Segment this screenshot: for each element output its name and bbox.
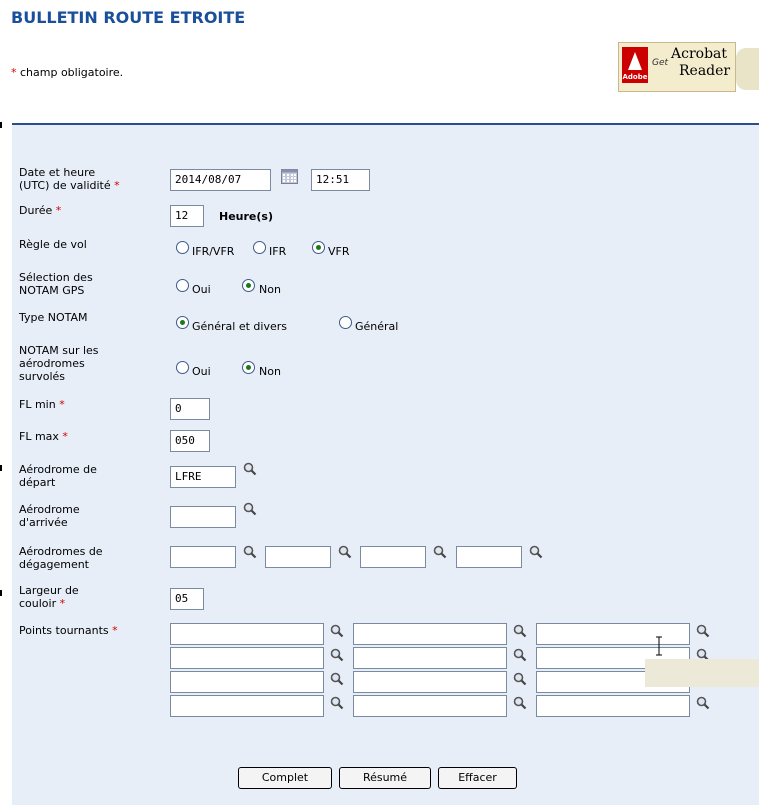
date-input[interactable]: 2014/08/07 <box>170 169 271 191</box>
degag-input-1[interactable] <box>170 546 236 568</box>
search-icon[interactable] <box>338 545 352 559</box>
point-tournant-input[interactable] <box>536 695 690 717</box>
point-tournant-input[interactable] <box>353 695 507 717</box>
radio-survol-non[interactable] <box>242 361 255 374</box>
calendar-icon[interactable] <box>281 169 298 184</box>
radio-ifr-vfr[interactable] <box>176 241 189 254</box>
radio-survol-oui-label: Oui <box>192 365 211 378</box>
search-icon[interactable] <box>529 545 543 559</box>
tooltip <box>645 659 759 687</box>
depart-input[interactable]: LFRE <box>170 466 236 488</box>
degag-label: Aérodromes de dégagement <box>19 545 103 571</box>
gps-label: Sélection des NOTAM GPS <box>19 271 93 297</box>
acrobat-get-text: Get <box>652 58 669 68</box>
flmax-label: FL max * <box>19 430 68 443</box>
radio-ifr[interactable] <box>253 241 266 254</box>
search-icon[interactable] <box>330 672 344 686</box>
get-acrobat-reader-badge[interactable]: Adobe Get Acrobat Reader <box>618 42 736 92</box>
radio-vfr-label: VFR <box>328 245 350 258</box>
couloir-input[interactable]: 05 <box>170 588 204 610</box>
search-icon[interactable] <box>330 648 344 662</box>
point-tournant-input[interactable] <box>536 623 690 645</box>
search-icon[interactable] <box>330 624 344 638</box>
radio-gps-non[interactable] <box>242 279 255 292</box>
depart-label: Aérodrome de départ <box>19 463 97 489</box>
edge-mark <box>0 465 2 471</box>
edge-mark <box>0 122 2 128</box>
point-tournant-input[interactable] <box>170 695 324 717</box>
search-icon[interactable] <box>696 624 710 638</box>
survol-label: NOTAM sur les aérodromes survolés <box>19 344 99 383</box>
duree-input[interactable]: 12 <box>170 205 204 227</box>
radio-ifr-label: IFR <box>269 245 287 258</box>
radio-general[interactable] <box>339 316 352 329</box>
point-tournant-input[interactable] <box>170 671 324 693</box>
effacer-button[interactable]: Effacer <box>438 767 517 789</box>
radio-vfr[interactable] <box>312 241 325 254</box>
time-input[interactable]: 12:51 <box>311 169 370 191</box>
arrivee-label: Aérodrome d'arrivée <box>19 503 80 529</box>
required-note-text: champ obligatoire. <box>20 66 124 79</box>
radio-general-label: Général <box>355 320 399 333</box>
search-icon[interactable] <box>513 696 527 710</box>
radio-general-divers[interactable] <box>176 316 189 329</box>
radio-survol-non-label: Non <box>259 365 281 378</box>
point-tournant-input[interactable] <box>353 671 507 693</box>
text-cursor-icon <box>656 636 662 656</box>
radio-general-divers-label: Général et divers <box>192 320 287 333</box>
edge-mark <box>0 590 2 596</box>
help-icon[interactable] <box>736 48 759 90</box>
reader-text: Reader <box>679 63 731 79</box>
required-star: * <box>11 66 17 79</box>
point-tournant-input[interactable] <box>170 647 324 669</box>
resume-button[interactable]: Résumé <box>339 767 431 789</box>
couloir-label: Largeur de couloir * <box>19 584 79 610</box>
degag-input-3[interactable] <box>360 546 426 568</box>
arrivee-input[interactable] <box>170 506 236 528</box>
point-tournant-input[interactable] <box>353 647 507 669</box>
radio-gps-non-label: Non <box>259 283 281 296</box>
acrobat-text: Acrobat <box>671 46 728 62</box>
points-label: Points tournants * <box>19 624 118 637</box>
degag-input-2[interactable] <box>265 546 331 568</box>
complet-button[interactable]: Complet <box>238 767 332 789</box>
search-icon[interactable] <box>513 672 527 686</box>
duree-unit: Heure(s) <box>219 210 273 223</box>
radio-ifr-vfr-label: IFR/VFR <box>192 245 235 258</box>
search-icon[interactable] <box>433 545 447 559</box>
search-icon[interactable] <box>243 502 257 516</box>
required-note: * champ obligatoire. <box>11 66 123 79</box>
search-icon[interactable] <box>243 545 257 559</box>
search-icon[interactable] <box>513 624 527 638</box>
duree-label: Durée * <box>19 204 62 217</box>
search-icon[interactable] <box>243 462 257 476</box>
date-label: Date et heure (UTC) de validité * <box>19 166 120 192</box>
regle-label: Règle de vol <box>19 238 87 251</box>
search-icon[interactable] <box>696 696 710 710</box>
search-icon[interactable] <box>513 648 527 662</box>
point-tournant-input[interactable] <box>353 623 507 645</box>
flmin-input[interactable]: 0 <box>170 398 210 420</box>
page-title: BULLETIN ROUTE ETROITE <box>11 8 246 27</box>
radio-gps-oui[interactable] <box>176 279 189 292</box>
flmax-input[interactable]: 050 <box>170 430 210 452</box>
degag-input-4[interactable] <box>456 546 522 568</box>
radio-gps-oui-label: Oui <box>192 283 211 296</box>
radio-survol-oui[interactable] <box>176 361 189 374</box>
type-label: Type NOTAM <box>19 311 88 324</box>
flmin-label: FL min * <box>19 398 65 411</box>
search-icon[interactable] <box>330 696 344 710</box>
point-tournant-input[interactable] <box>170 623 324 645</box>
adobe-logo-icon: Adobe <box>622 47 648 83</box>
